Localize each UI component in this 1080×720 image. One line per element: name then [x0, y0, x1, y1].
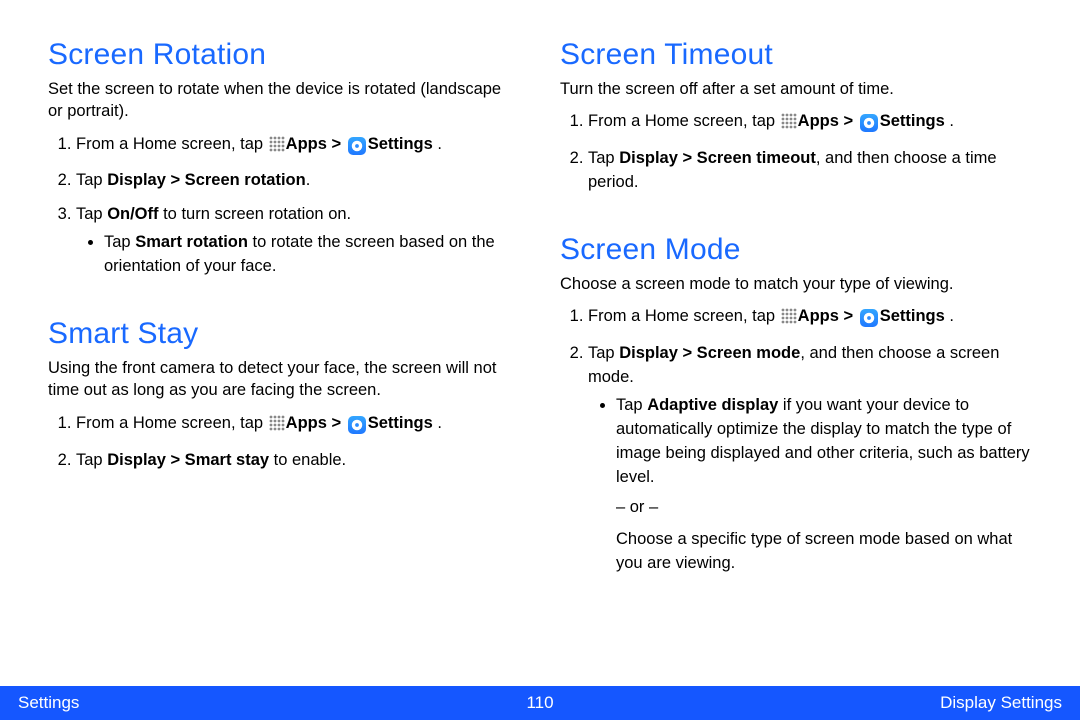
step-item: Tap On/Off to turn screen rotation on. T… — [76, 203, 520, 279]
step-item: From a Home screen, tap Apps > Settings … — [588, 110, 1032, 137]
text: From a Home screen, tap — [588, 112, 780, 130]
steps-screen-mode: From a Home screen, tap Apps > Settings … — [560, 305, 1032, 575]
text: Tap — [76, 205, 107, 223]
text: to enable. — [269, 451, 346, 469]
settings-label: Settings — [368, 414, 433, 432]
bold-text: Smart rotation — [135, 233, 248, 251]
footer-left: Settings — [18, 693, 79, 713]
gt: > — [839, 112, 858, 130]
apps-grid-icon — [781, 113, 797, 137]
step-item: Tap Display > Screen mode, and then choo… — [588, 342, 1032, 575]
gt: > — [327, 414, 346, 432]
bold-text: Display > Screen mode — [619, 344, 800, 362]
heading-screen-rotation: Screen Rotation — [48, 38, 520, 72]
manual-page: Screen Rotation Set the screen to rotate… — [0, 0, 1080, 720]
settings-gear-icon — [348, 416, 366, 434]
desc-screen-timeout: Turn the screen off after a set amount o… — [560, 78, 1032, 100]
heading-screen-timeout: Screen Timeout — [560, 38, 1032, 72]
settings-label: Settings — [880, 112, 945, 130]
footer-right: Display Settings — [940, 693, 1062, 713]
text: . — [945, 112, 954, 130]
sub-bullets: Tap Adaptive display if you want your de… — [588, 394, 1032, 575]
text: Tap — [76, 171, 107, 189]
sub-bullets: Tap Smart rotation to rotate the screen … — [76, 231, 520, 279]
text: Tap — [76, 451, 107, 469]
settings-gear-icon — [860, 114, 878, 132]
bullet-item: Tap Adaptive display if you want your de… — [616, 394, 1032, 575]
bullet-item: Tap Smart rotation to rotate the screen … — [104, 231, 520, 279]
text: . — [433, 135, 442, 153]
text: From a Home screen, tap — [76, 135, 268, 153]
desc-screen-mode: Choose a screen mode to match your type … — [560, 273, 1032, 295]
text: Tap — [104, 233, 135, 251]
steps-smart-stay: From a Home screen, tap Apps > Settings … — [48, 412, 520, 473]
step-item: From a Home screen, tap Apps > Settings … — [76, 412, 520, 439]
bold-text: Display > Screen timeout — [619, 149, 816, 167]
text: . — [945, 307, 954, 325]
apps-grid-icon — [781, 308, 797, 332]
gt: > — [327, 135, 346, 153]
text: Tap — [588, 344, 619, 362]
right-column: Screen Timeout Turn the screen off after… — [560, 38, 1032, 586]
apps-grid-icon — [269, 136, 285, 160]
left-column: Screen Rotation Set the screen to rotate… — [48, 38, 520, 586]
text: Tap — [616, 396, 647, 414]
bold-text: Display > Screen rotation — [107, 171, 306, 189]
page-footer: Settings 110 Display Settings — [0, 686, 1080, 720]
apps-label: Apps — [798, 112, 839, 130]
text: . — [306, 171, 311, 189]
settings-label: Settings — [368, 135, 433, 153]
content-columns: Screen Rotation Set the screen to rotate… — [48, 38, 1032, 586]
apps-grid-icon — [269, 415, 285, 439]
step-item: From a Home screen, tap Apps > Settings … — [76, 133, 520, 160]
text: to turn screen rotation on. — [159, 205, 352, 223]
apps-label: Apps — [286, 135, 327, 153]
apps-label: Apps — [286, 414, 327, 432]
footer-page-number: 110 — [0, 693, 1080, 713]
desc-smart-stay: Using the front camera to detect your fa… — [48, 357, 520, 402]
steps-screen-rotation: From a Home screen, tap Apps > Settings … — [48, 133, 520, 280]
step-item: Tap Display > Smart stay to enable. — [76, 449, 520, 473]
or-divider: – or – — [616, 496, 1032, 520]
text: Tap — [588, 149, 619, 167]
text: . — [433, 414, 442, 432]
gt: > — [839, 307, 858, 325]
bold-text: On/Off — [107, 205, 158, 223]
step-item: From a Home screen, tap Apps > Settings … — [588, 305, 1032, 332]
bold-text: Display > Smart stay — [107, 451, 269, 469]
heading-screen-mode: Screen Mode — [560, 233, 1032, 267]
heading-smart-stay: Smart Stay — [48, 317, 520, 351]
settings-gear-icon — [860, 309, 878, 327]
settings-label: Settings — [880, 307, 945, 325]
text: Choose a specific type of screen mode ba… — [616, 528, 1032, 576]
settings-gear-icon — [348, 137, 366, 155]
text: From a Home screen, tap — [588, 307, 780, 325]
apps-label: Apps — [798, 307, 839, 325]
step-item: Tap Display > Screen rotation. — [76, 169, 520, 193]
text: From a Home screen, tap — [76, 414, 268, 432]
steps-screen-timeout: From a Home screen, tap Apps > Settings … — [560, 110, 1032, 195]
step-item: Tap Display > Screen timeout, and then c… — [588, 147, 1032, 195]
desc-screen-rotation: Set the screen to rotate when the device… — [48, 78, 520, 123]
bold-text: Adaptive display — [647, 396, 778, 414]
